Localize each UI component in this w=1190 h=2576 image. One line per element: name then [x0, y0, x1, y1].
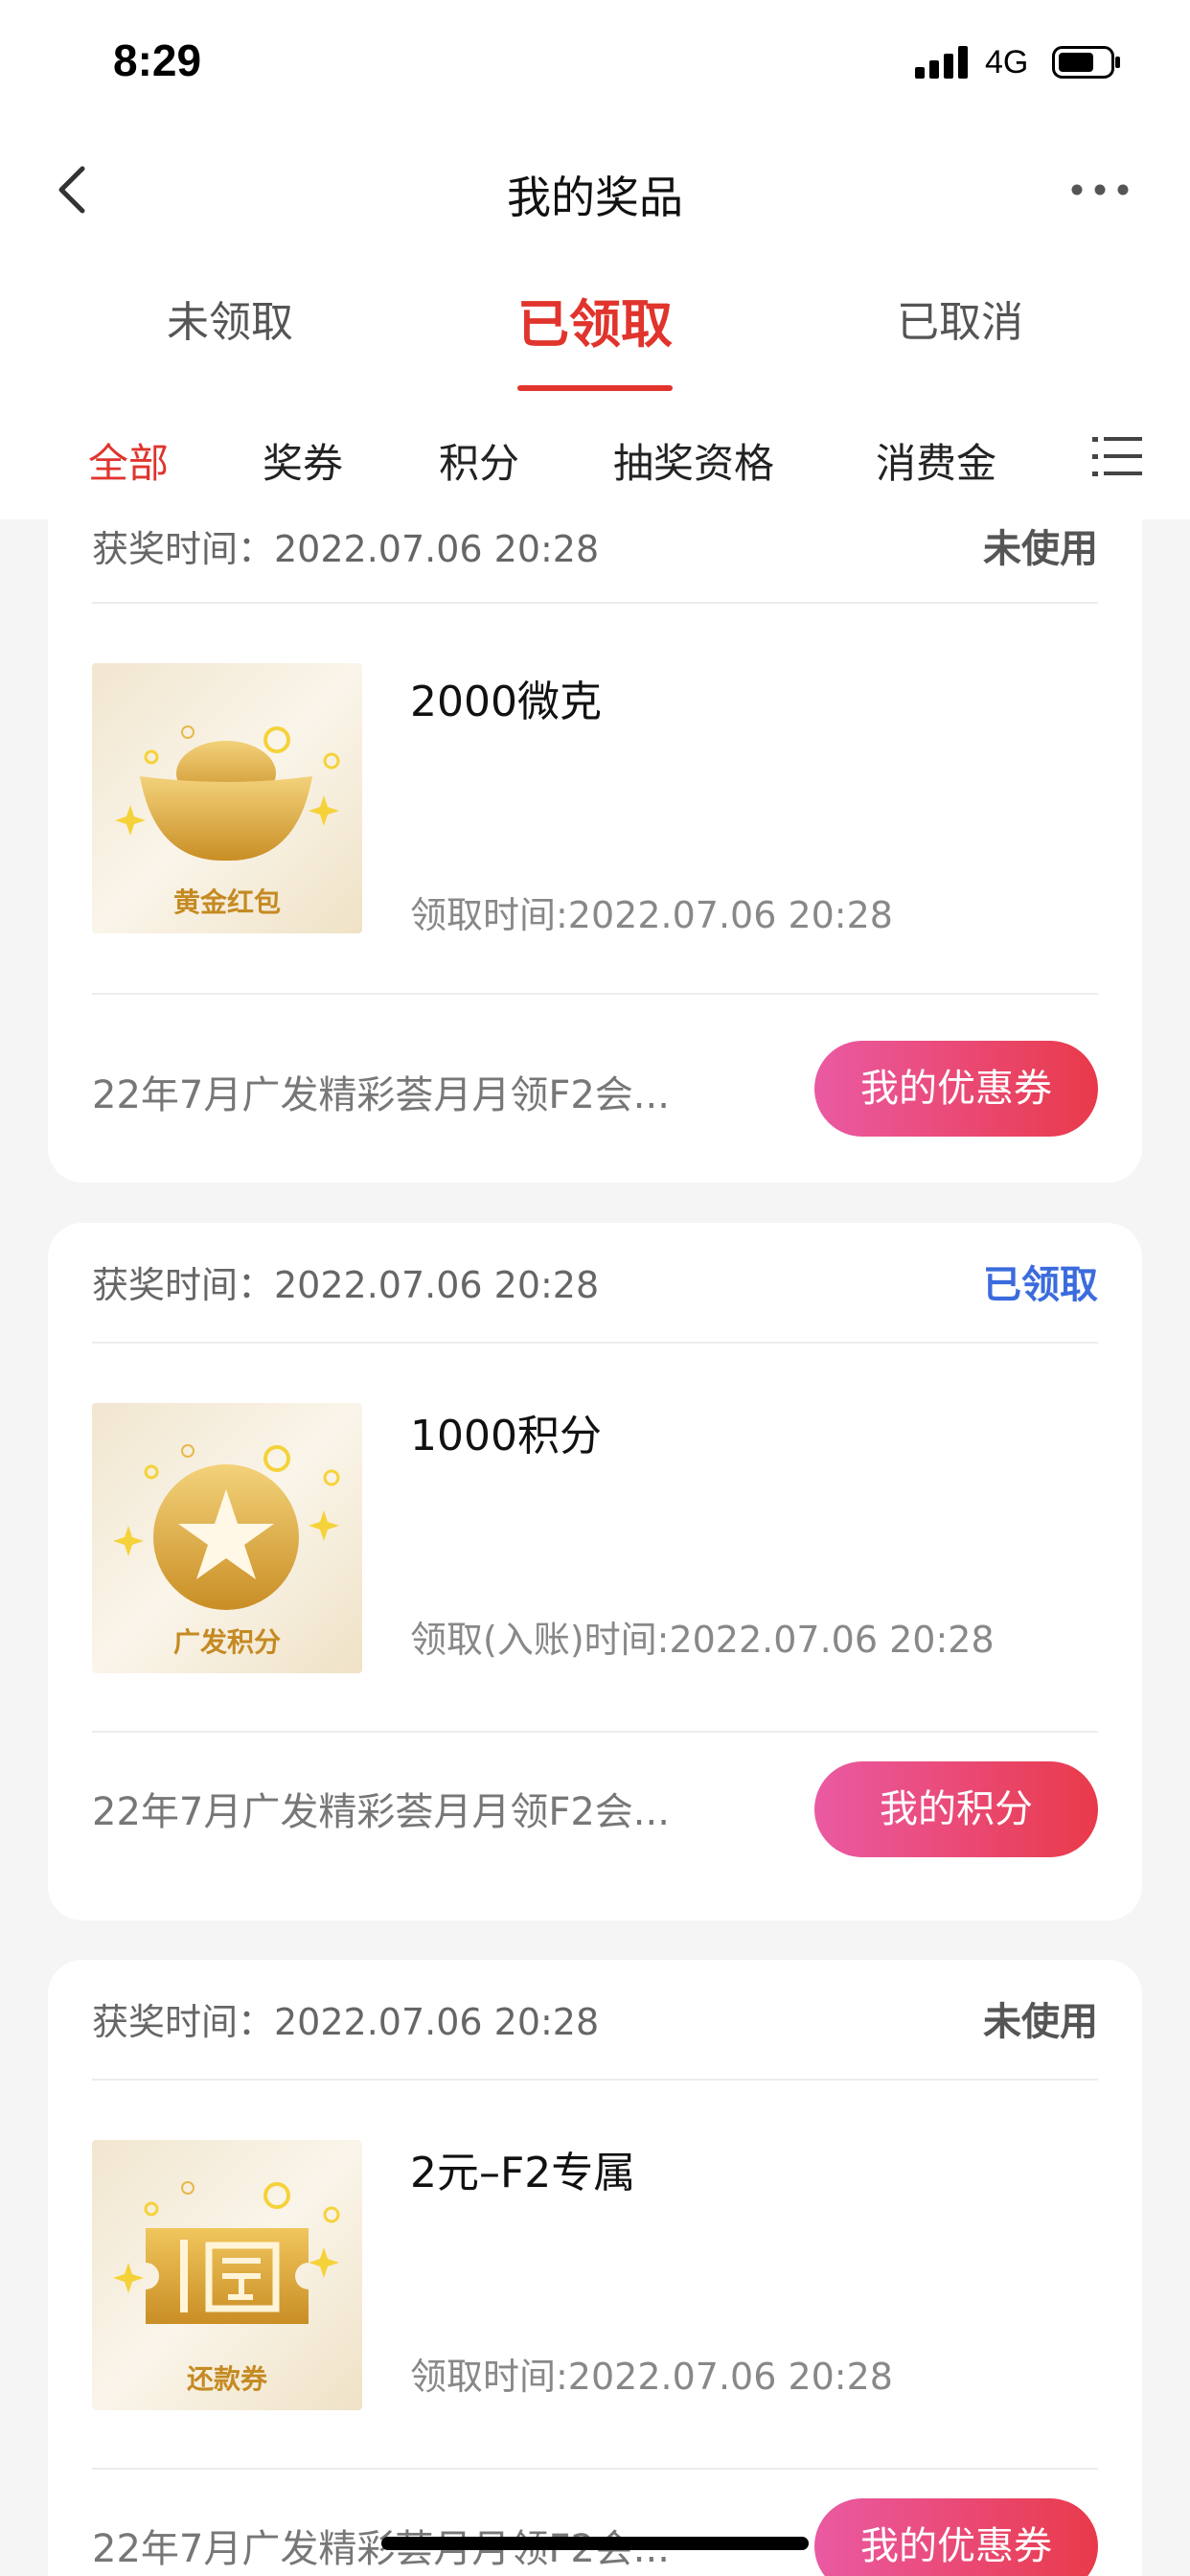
- activity-name: 22年7月广发精彩荟月月领F2会...: [92, 1073, 670, 1117]
- prize-thumbnail: 广发积分: [92, 1403, 362, 1673]
- status-time: 8:29: [113, 35, 202, 85]
- tab-cancelled[interactable]: 已取消: [874, 288, 1046, 349]
- thumbnail-label: 广发积分: [172, 1626, 281, 1658]
- prize-thumbnail: 还款券: [92, 2140, 362, 2410]
- prize-card: 获奖时间：2022.07.06 20:28 已领取 广发积分 1000积分 领取…: [48, 1223, 1142, 1920]
- network-label: 4G: [985, 44, 1029, 80]
- category-spending-credit[interactable]: 消费金: [876, 431, 996, 490]
- claim-time: 领取(入账)时间:2022.07.06 20:28: [410, 1619, 995, 1661]
- award-time: 获奖时间：2022.07.06 20:28: [92, 2001, 600, 2043]
- prize-name: 2元–F2专属: [410, 2149, 636, 2197]
- nav-bar: 我的奖品: [0, 126, 1190, 253]
- prize-name: 2000微克: [410, 678, 602, 726]
- category-coupons[interactable]: 奖券: [263, 431, 343, 490]
- more-options-icon[interactable]: [1069, 180, 1131, 199]
- status-tabs: 未领取 已领取 已取消: [0, 253, 1190, 395]
- award-time: 获奖时间：2022.07.06 20:28: [92, 528, 600, 570]
- card-divider: [92, 2468, 1098, 2470]
- my-coupons-button[interactable]: 我的优惠券: [814, 1041, 1098, 1137]
- card-header: 获奖时间：2022.07.06 20:28 已领取: [92, 1223, 1098, 1344]
- thumbnail-label: 还款券: [186, 2363, 267, 2395]
- active-tab-indicator: [517, 385, 673, 391]
- tab-claimed[interactable]: 已领取: [499, 282, 691, 357]
- card-divider: [92, 993, 1098, 995]
- my-points-button[interactable]: 我的积分: [814, 1761, 1098, 1857]
- status-badge: 未使用: [983, 527, 1098, 571]
- status-badge: 已领取: [983, 1263, 1098, 1307]
- prize-card: 获奖时间：2022.07.06 20:28 未使用 还款券 2元–F2专属 领取…: [48, 1960, 1142, 2576]
- page-title: 我的奖品: [507, 172, 683, 223]
- signal-icon: [915, 46, 969, 79]
- status-badge: 未使用: [983, 2000, 1098, 2044]
- prize-thumbnail: 黄金红包: [92, 663, 362, 933]
- category-lottery[interactable]: 抽奖资格: [613, 431, 774, 490]
- claim-time: 领取时间:2022.07.06 20:28: [410, 2356, 893, 2398]
- category-all[interactable]: 全部: [88, 431, 169, 490]
- tab-unclaimed[interactable]: 未领取: [144, 288, 316, 349]
- prize-name: 1000积分: [410, 1412, 602, 1460]
- card-divider: [92, 1731, 1098, 1733]
- category-list-icon[interactable]: [1092, 433, 1142, 479]
- category-points[interactable]: 积分: [439, 431, 519, 490]
- home-indicator: [381, 2537, 809, 2550]
- claim-time: 领取时间:2022.07.06 20:28: [410, 894, 893, 936]
- award-time: 获奖时间：2022.07.06 20:28: [92, 1264, 600, 1306]
- category-filter-overlay: 全部 奖券 积分 抽奖资格 消费金: [0, 395, 1190, 519]
- battery-icon: [1052, 46, 1120, 79]
- thumbnail-label: 黄金红包: [172, 886, 281, 918]
- status-bar: 8:29 4G: [0, 0, 1190, 126]
- prize-card: 获奖时间：2022.07.06 20:28 未使用 黄金红包 2000微克 领取…: [48, 491, 1142, 1183]
- my-coupons-button[interactable]: 我的优惠券: [814, 2498, 1098, 2576]
- card-header: 获奖时间：2022.07.06 20:28 未使用: [92, 1960, 1098, 2081]
- activity-name: 22年7月广发精彩荟月月领F2会...: [92, 1790, 670, 1834]
